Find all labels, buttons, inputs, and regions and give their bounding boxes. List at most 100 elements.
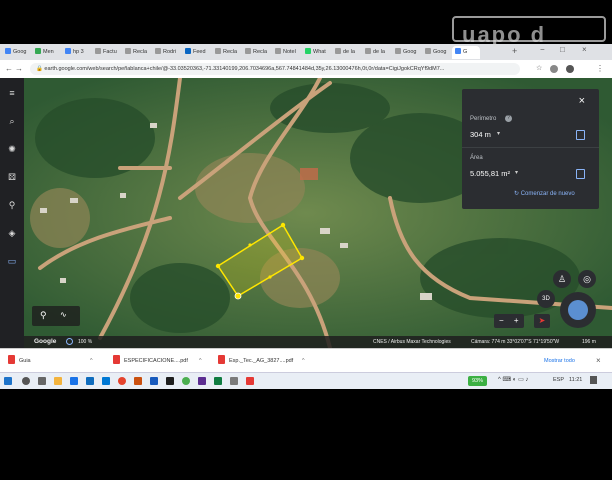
toggle-3d-button[interactable]: 3D <box>537 290 555 308</box>
measure-icon[interactable]: ▭ <box>5 254 19 268</box>
north-arrow-icon[interactable]: ➤ <box>534 314 550 328</box>
elevation-readout: 196 m <box>582 339 596 345</box>
tab-label: hp 3 <box>73 49 84 55</box>
browser-tab[interactable]: Goog <box>2 46 30 59</box>
zoom-in-button[interactable]: + <box>514 316 519 325</box>
app-icon[interactable] <box>230 377 238 385</box>
perimeter-value[interactable]: 304 m <box>470 130 491 139</box>
download-item[interactable]: ESPECIFICACIONE....pdf ^ <box>113 354 203 368</box>
word-icon[interactable] <box>150 377 158 385</box>
star-icon[interactable]: ☆ <box>536 63 542 75</box>
feeling-lucky-icon[interactable]: ⚄ <box>5 170 19 184</box>
tab-label: Recla <box>223 49 238 55</box>
chevron-up-icon[interactable]: ^ <box>90 354 93 368</box>
store-icon[interactable] <box>86 377 94 385</box>
watermark-logo: uapo d <box>382 16 606 64</box>
downloads-bar: Guia ^ ESPECIFICACIONE....pdf ^ Esp._Tec… <box>0 348 612 373</box>
tab-favicon-icon <box>305 48 311 54</box>
show-all-downloads-button[interactable]: Mostrar todo <box>544 358 575 364</box>
excel-icon[interactable] <box>214 377 222 385</box>
restart-measure-button[interactable]: ↻ Comenzar de nuevo <box>514 190 575 197</box>
edge-icon[interactable] <box>70 377 78 385</box>
zoom-control: − + <box>494 314 524 328</box>
tab-favicon-icon <box>335 48 341 54</box>
area-label: Área <box>470 155 483 161</box>
tab-favicon-icon <box>125 48 131 54</box>
pdf-icon <box>8 355 15 364</box>
file-explorer-icon[interactable] <box>54 377 62 385</box>
pegman-icon[interactable]: ♙ <box>553 270 571 288</box>
path-icon[interactable]: ∿ <box>60 310 67 319</box>
mail-icon[interactable] <box>102 377 110 385</box>
back-button[interactable]: ← <box>5 63 13 75</box>
pdf-icon <box>113 355 120 364</box>
earth-map-view[interactable]: ≡ ⌕ ✺ ⚄ ⚲ ◈ ▭ ⚲ ∿ × Perímetro ? 304 m ▾ … <box>0 78 612 348</box>
tab-favicon-icon <box>215 48 221 54</box>
browser-tab[interactable]: de la <box>332 46 360 59</box>
download-item[interactable]: Esp._Tec._AG_3827....pdf ^ <box>218 354 308 368</box>
chevron-up-icon[interactable]: ^ <box>199 354 202 368</box>
voyager-icon[interactable]: ✺ <box>5 142 19 156</box>
earth-sidebar: ≡ ⌕ ✺ ⚄ ⚲ ◈ ▭ <box>0 78 24 348</box>
battery-indicator[interactable]: 93% <box>468 376 488 386</box>
compass-globe[interactable] <box>560 292 596 328</box>
clock[interactable]: 11:21 <box>569 377 582 383</box>
help-icon[interactable]: ? <box>505 115 512 122</box>
browser-tab[interactable]: Notel <box>272 46 300 59</box>
copy-icon[interactable] <box>576 169 585 179</box>
map-controls: ⚲ ∿ <box>32 306 80 326</box>
chevron-up-icon[interactable]: ^ <box>302 354 305 368</box>
onenote-icon[interactable] <box>198 377 206 385</box>
acrobat-icon[interactable] <box>246 377 254 385</box>
close-downloads-button[interactable]: × <box>596 356 601 365</box>
map-style-icon[interactable]: ◈ <box>5 226 19 240</box>
app-icon[interactable] <box>166 377 174 385</box>
chevron-down-icon[interactable]: ▾ <box>497 130 500 137</box>
search-icon[interactable] <box>22 377 30 385</box>
browser-tab[interactable]: Recla <box>212 46 240 59</box>
my-location-icon[interactable]: ◎ <box>578 270 596 288</box>
tab-label: Notel <box>283 49 296 55</box>
refresh-icon: ↻ <box>514 191 521 197</box>
globe-icon <box>568 300 588 320</box>
close-icon[interactable]: × <box>579 95 585 107</box>
browser-tab[interactable]: Factu <box>92 46 120 59</box>
windows-start-icon[interactable] <box>4 377 12 385</box>
location-pin-icon[interactable]: ⚲ <box>40 310 47 321</box>
language-indicator[interactable]: ESP <box>553 377 564 383</box>
browser-tab[interactable]: Rodri <box>152 46 180 59</box>
tab-favicon-icon <box>95 48 101 54</box>
chrome-icon[interactable] <box>118 377 126 385</box>
search-icon[interactable]: ⌕ <box>5 114 19 128</box>
download-item[interactable]: Guia ^ <box>8 354 98 368</box>
tray-icons[interactable]: ^ ⌨ ◐ ▭ ♪ <box>498 376 528 383</box>
powerpoint-icon[interactable] <box>134 377 142 385</box>
browser-tab[interactable]: Recla <box>122 46 150 59</box>
loading-icon <box>66 338 73 345</box>
chevron-down-icon[interactable]: ▾ <box>515 169 518 176</box>
url-text: earth.google.com/web/search/peñablanca+c… <box>44 66 445 72</box>
browser-tab[interactable]: Men <box>32 46 60 59</box>
hamburger-menu-icon[interactable]: ≡ <box>5 86 19 100</box>
browser-tab[interactable]: Feed <box>182 46 210 59</box>
avatar[interactable] <box>566 65 574 73</box>
area-value[interactable]: 5.055,81 m² <box>470 169 510 178</box>
tab-label: Recla <box>253 49 268 55</box>
notifications-icon[interactable] <box>590 376 597 384</box>
projects-icon[interactable]: ⚲ <box>5 198 19 212</box>
task-view-icon[interactable] <box>38 377 46 385</box>
load-percentage: 100 % <box>78 339 93 345</box>
window-close-button[interactable]: × <box>582 45 587 54</box>
tab-label: Feed <box>193 49 206 55</box>
url-field[interactable]: 🔒 earth.google.com/web/search/peñablanca… <box>30 63 520 75</box>
forward-button[interactable]: → <box>15 63 23 75</box>
zoom-out-button[interactable]: − <box>499 316 504 325</box>
browser-tab[interactable]: What <box>302 46 330 59</box>
perimeter-label: Perímetro <box>470 116 497 122</box>
menu-icon[interactable]: ⋮ <box>596 63 604 75</box>
copy-icon[interactable] <box>576 130 585 140</box>
browser-tab[interactable]: hp 3 <box>62 46 90 59</box>
app-icon[interactable] <box>182 377 190 385</box>
browser-tab[interactable]: Recla <box>242 46 270 59</box>
extension-icon[interactable] <box>550 65 558 73</box>
